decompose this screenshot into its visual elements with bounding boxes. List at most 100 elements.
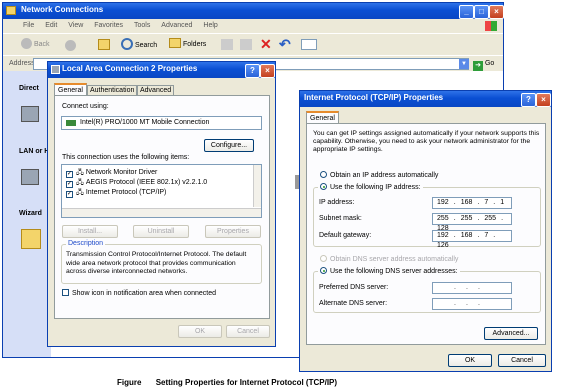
menu-view[interactable]: View <box>68 22 83 29</box>
description-text: Transmission Control Protocol/Internet P… <box>66 251 247 275</box>
tcpip-ok-button[interactable]: OK <box>448 354 492 367</box>
explorer-title: Network Connections <box>21 5 104 14</box>
up-folder-icon[interactable] <box>98 39 110 50</box>
minimize-button[interactable]: _ <box>459 5 474 19</box>
tcpip-close-button[interactable]: × <box>536 93 551 107</box>
lan-properties-dialog: Local Area Connection 2 Properties ? × G… <box>47 61 276 347</box>
folders-icon <box>169 38 181 48</box>
tcpip-tab-general[interactable]: General <box>306 111 339 123</box>
figure-label: Figure <box>117 378 142 387</box>
subnet-mask-field[interactable]: 255. 255. 255.128 <box>432 213 512 232</box>
go-button[interactable]: ➜ Go <box>473 58 499 71</box>
item-checkbox[interactable]: ✓ <box>66 191 73 198</box>
lan-help-button[interactable]: ? <box>245 64 260 78</box>
go-label: Go <box>484 60 495 67</box>
protocol-icon: 🖧 <box>76 189 84 196</box>
item-label: AEGIS Protocol (IEEE 802.1x) v2.2.1.0 <box>85 179 208 186</box>
use-ip-label: Use the following IP address: <box>330 184 421 191</box>
close-button[interactable]: × <box>489 5 504 19</box>
search-label: Search <box>134 42 158 49</box>
default-gateway-label: Default gateway: <box>319 232 372 239</box>
move-to-icon[interactable] <box>221 39 233 50</box>
back-button[interactable]: Back <box>21 38 55 52</box>
gw-octet-1: 192 <box>437 232 449 239</box>
adapter-name: Intel(R) PRO/1000 MT Mobile Connection <box>80 119 210 126</box>
wizard-icon <box>21 229 41 249</box>
configure-button[interactable]: Configure... <box>204 139 254 152</box>
folders-label: Folders <box>182 41 207 48</box>
search-button[interactable]: Search <box>121 38 163 52</box>
obtain-ip-radio[interactable] <box>320 171 327 178</box>
lan-cancel-button[interactable]: Cancel <box>226 325 270 338</box>
adapter-field: Intel(R) PRO/1000 MT Mobile Connection <box>61 116 262 130</box>
use-ip-radio[interactable] <box>320 183 327 190</box>
tcpip-cancel-button[interactable]: Cancel <box>498 354 546 367</box>
show-icon-label: Show icon in notification area when conn… <box>72 290 216 297</box>
windows-logo-icon <box>485 21 497 31</box>
menu-file[interactable]: File <box>23 22 34 29</box>
tab-general[interactable]: General <box>54 83 87 95</box>
explorer-titlebar: Network Connections _ □ × <box>3 3 504 19</box>
dns-auto-option[interactable]: Obtain DNS server address automatically <box>320 255 458 263</box>
list-hscrollbar[interactable] <box>62 208 261 217</box>
ip-octet-2: 168 <box>460 199 473 206</box>
mask-octet-3: 255 <box>484 215 497 222</box>
copy-to-icon[interactable] <box>240 39 252 50</box>
advanced-button[interactable]: Advanced... <box>484 327 538 340</box>
gw-octet-2: 168 <box>460 232 473 239</box>
alternate-dns-field[interactable]: ... <box>432 298 512 310</box>
menu-bar: File Edit View Favorites Tools Advanced … <box>3 19 503 33</box>
lan-close-button[interactable]: × <box>260 64 275 78</box>
connect-using-label: Connect using: <box>62 103 109 110</box>
item-checkbox[interactable]: ✓ <box>66 171 73 178</box>
address-dropdown-icon[interactable]: ▼ <box>459 59 469 69</box>
back-label: Back <box>33 41 50 48</box>
back-icon <box>21 38 32 49</box>
obtain-ip-auto-option[interactable]: Obtain an IP address automatically <box>320 171 438 179</box>
dns-use-label: Use the following DNS server addresses: <box>330 268 458 275</box>
sidebar-heading-wizard: Wizard <box>19 210 42 217</box>
ip-address-field[interactable]: 192. 168. 7. 1 <box>432 197 512 209</box>
search-icon <box>121 38 133 50</box>
menu-help[interactable]: Help <box>203 22 217 29</box>
menu-advanced[interactable]: Advanced <box>161 22 192 29</box>
list-vscrollbar[interactable] <box>253 165 261 207</box>
sidebar-heading-lan: LAN or H <box>19 148 50 155</box>
list-item[interactable]: ✓ 🖧 Internet Protocol (TCP/IP) <box>66 188 166 199</box>
menu-edit[interactable]: Edit <box>45 22 57 29</box>
dns-use-following-option[interactable]: Use the following DNS server addresses: <box>318 267 460 275</box>
menu-favorites[interactable]: Favorites <box>94 22 123 29</box>
alternate-dns-label: Alternate DNS server: <box>319 300 388 307</box>
figure-text: Setting Properties for Internet Protocol… <box>155 378 338 387</box>
tcpip-titlebar: Internet Protocol (TCP/IP) Properties ? … <box>300 91 551 107</box>
undo-icon[interactable]: ↶ <box>279 36 291 52</box>
delete-icon[interactable]: ✕ <box>260 36 272 52</box>
forward-icon[interactable] <box>65 40 76 51</box>
folders-button[interactable]: Folders <box>169 38 211 52</box>
dns-use-radio[interactable] <box>320 267 327 274</box>
dns-auto-radio[interactable] <box>320 255 327 262</box>
default-gateway-field[interactable]: 192. 168. 7.126 <box>432 230 512 249</box>
tab-authentication[interactable]: Authentication <box>87 85 138 95</box>
lan-ok-button[interactable]: OK <box>178 325 222 338</box>
menu-tools[interactable]: Tools <box>134 22 150 29</box>
address-label: Address <box>9 60 35 67</box>
properties-button[interactable]: Properties <box>205 225 261 238</box>
item-checkbox[interactable]: ✓ <box>66 181 73 188</box>
toolbar: Back Search Folders ✕ ↶ <box>3 33 503 55</box>
figure-caption: Figure Setting Properties for Internet P… <box>117 378 337 387</box>
tcpip-help-button[interactable]: ? <box>521 93 536 107</box>
show-icon-option[interactable]: Show icon in notification area when conn… <box>62 289 216 297</box>
show-icon-checkbox[interactable] <box>62 289 69 296</box>
tcpip-properties-dialog: Internet Protocol (TCP/IP) Properties ? … <box>299 90 552 372</box>
tab-advanced[interactable]: Advanced <box>137 85 175 95</box>
maximize-button[interactable]: □ <box>474 5 489 19</box>
install-button[interactable]: Install... <box>62 225 118 238</box>
lan-titlebar: Local Area Connection 2 Properties ? × <box>48 62 275 78</box>
views-icon[interactable] <box>301 39 317 50</box>
uninstall-button[interactable]: Uninstall <box>133 225 189 238</box>
tcpip-title: Internet Protocol (TCP/IP) Properties <box>304 93 444 102</box>
lan-title-icon <box>51 65 60 74</box>
use-following-ip-option[interactable]: Use the following IP address: <box>318 183 423 191</box>
preferred-dns-field[interactable]: ... <box>432 282 512 294</box>
